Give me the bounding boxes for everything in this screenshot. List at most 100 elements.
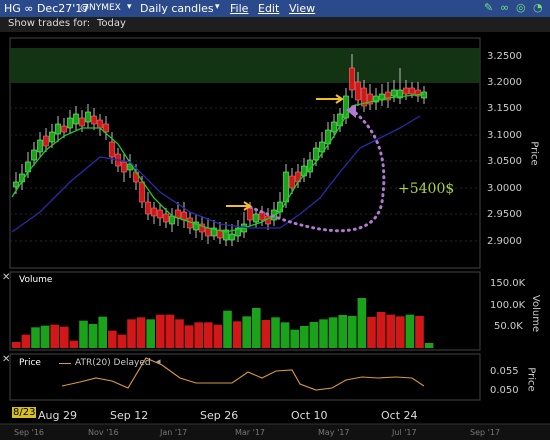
candle-body bbox=[61, 125, 67, 133]
volume-bar bbox=[242, 316, 251, 348]
volume-bar bbox=[405, 314, 415, 348]
window-titlebar: HG ∞ Dec27'17 @NYMEX ▾ Daily candles ▾ F… bbox=[0, 0, 550, 17]
atr-settings-icon[interactable]: ◂ bbox=[156, 357, 161, 367]
show-trades-label: Show trades for: bbox=[8, 18, 91, 29]
volume-bar bbox=[309, 322, 319, 348]
candle-body bbox=[391, 89, 397, 97]
volume-bar bbox=[386, 314, 395, 348]
volume-bar bbox=[88, 324, 98, 348]
volume-bar bbox=[108, 330, 117, 348]
volume-bar bbox=[136, 317, 146, 348]
volume-bar bbox=[271, 317, 280, 348]
candle-body bbox=[163, 213, 169, 223]
overview-tick: Mar '17 bbox=[235, 428, 266, 437]
candle-body bbox=[49, 131, 55, 143]
candle-body bbox=[13, 181, 19, 188]
price-axis-label: Price bbox=[528, 141, 540, 166]
symbol-label[interactable]: HG ∞ Dec27'17 bbox=[4, 2, 89, 15]
volume-bar bbox=[300, 326, 309, 348]
volume-bar bbox=[376, 312, 386, 348]
atr-tick: 0.055 bbox=[490, 366, 519, 377]
candle-body bbox=[277, 201, 283, 213]
candle-body bbox=[289, 175, 295, 189]
exchange-label: @NYMEX bbox=[80, 3, 121, 13]
close-atr-pane-icon[interactable]: ✕ bbox=[2, 354, 10, 365]
volume-bar bbox=[21, 334, 31, 348]
volume-bar bbox=[338, 315, 347, 348]
candle-body bbox=[253, 213, 259, 223]
candle-body bbox=[313, 147, 319, 161]
pin-icon[interactable]: ✎ bbox=[484, 1, 493, 14]
volume-tick: 150.0K bbox=[490, 278, 526, 289]
price-tick: 2.9500 bbox=[487, 209, 522, 220]
volume-bar bbox=[146, 319, 155, 348]
chart-canvas[interactable] bbox=[0, 32, 550, 440]
link-icon[interactable]: ∞ bbox=[500, 1, 509, 14]
candle-body bbox=[343, 95, 349, 119]
candle-body bbox=[409, 87, 415, 95]
volume-bar bbox=[165, 314, 175, 348]
resistance-zone bbox=[10, 48, 480, 83]
candle-body bbox=[139, 181, 145, 203]
price-tick: 3.0000 bbox=[487, 183, 522, 194]
candle-body bbox=[421, 91, 427, 99]
sync-icon[interactable]: ◎ bbox=[516, 1, 526, 14]
volume-bar bbox=[98, 316, 107, 348]
volume-bar bbox=[396, 316, 405, 348]
volume-pane-title: Volume bbox=[19, 275, 53, 285]
volume-bar bbox=[424, 343, 434, 348]
candle-body bbox=[157, 209, 163, 219]
candle-body bbox=[403, 87, 409, 95]
price-tick: 3.1500 bbox=[487, 103, 522, 114]
period-dropdown[interactable]: Daily candles bbox=[140, 2, 214, 15]
volume-bar bbox=[194, 322, 203, 348]
current-date-marker: 8/23 bbox=[12, 407, 37, 418]
price-tick: 3.2500 bbox=[487, 51, 522, 62]
candle-body bbox=[283, 171, 289, 203]
atr-pane-title: Price bbox=[19, 358, 41, 368]
volume-bar bbox=[117, 334, 127, 348]
candle-body bbox=[73, 113, 79, 125]
menu-edit[interactable]: Edit bbox=[258, 2, 279, 15]
overview-tick: Nov '16 bbox=[88, 428, 119, 437]
volume-bar bbox=[50, 324, 59, 348]
menu-file[interactable]: File bbox=[230, 2, 248, 15]
candle-body bbox=[247, 207, 253, 221]
volume-bar bbox=[204, 322, 213, 348]
profit-annotation: +5400$ bbox=[398, 181, 455, 197]
volume-bar bbox=[415, 316, 424, 348]
glasses-icon[interactable]: ◔ bbox=[533, 1, 543, 14]
volume-bar bbox=[40, 325, 50, 348]
price-tick: 3.2000 bbox=[487, 77, 522, 88]
volume-bar bbox=[357, 298, 367, 348]
volume-bar bbox=[127, 319, 136, 348]
volume-bar bbox=[348, 316, 357, 348]
close-volume-pane-icon[interactable]: ✕ bbox=[2, 272, 10, 283]
date-tick: Sep 12 bbox=[110, 409, 149, 422]
overview-tick: Sep '16 bbox=[14, 428, 44, 437]
date-tick: Oct 24 bbox=[381, 409, 418, 422]
candle-body bbox=[31, 149, 37, 161]
volume-bar bbox=[60, 326, 69, 348]
overview-tick: Sep '17 bbox=[470, 428, 500, 437]
candle-body bbox=[229, 233, 235, 241]
candle-body bbox=[55, 123, 61, 135]
show-trades-select[interactable]: Today bbox=[97, 18, 126, 29]
atr-tick: 0.050 bbox=[490, 385, 519, 396]
volume-bar bbox=[328, 317, 338, 348]
candle-body bbox=[205, 227, 211, 237]
overview-tick: May '17 bbox=[318, 428, 350, 437]
menu-view[interactable]: View bbox=[289, 2, 315, 15]
candle-body bbox=[37, 139, 43, 153]
period-chevron-icon[interactable]: ▾ bbox=[215, 2, 220, 12]
overview-tick: Jul '17 bbox=[392, 428, 417, 437]
candle-body bbox=[85, 111, 91, 123]
candle-body bbox=[79, 117, 85, 127]
date-tick: Sep 26 bbox=[200, 409, 239, 422]
candle-body bbox=[121, 161, 127, 173]
date-tick: Aug 29 bbox=[38, 409, 77, 422]
exchange-dropdown-icon[interactable]: ▾ bbox=[127, 2, 132, 12]
overview-tick: Jan '17 bbox=[160, 428, 188, 437]
volume-bar bbox=[261, 320, 271, 348]
candle-body bbox=[97, 119, 103, 129]
